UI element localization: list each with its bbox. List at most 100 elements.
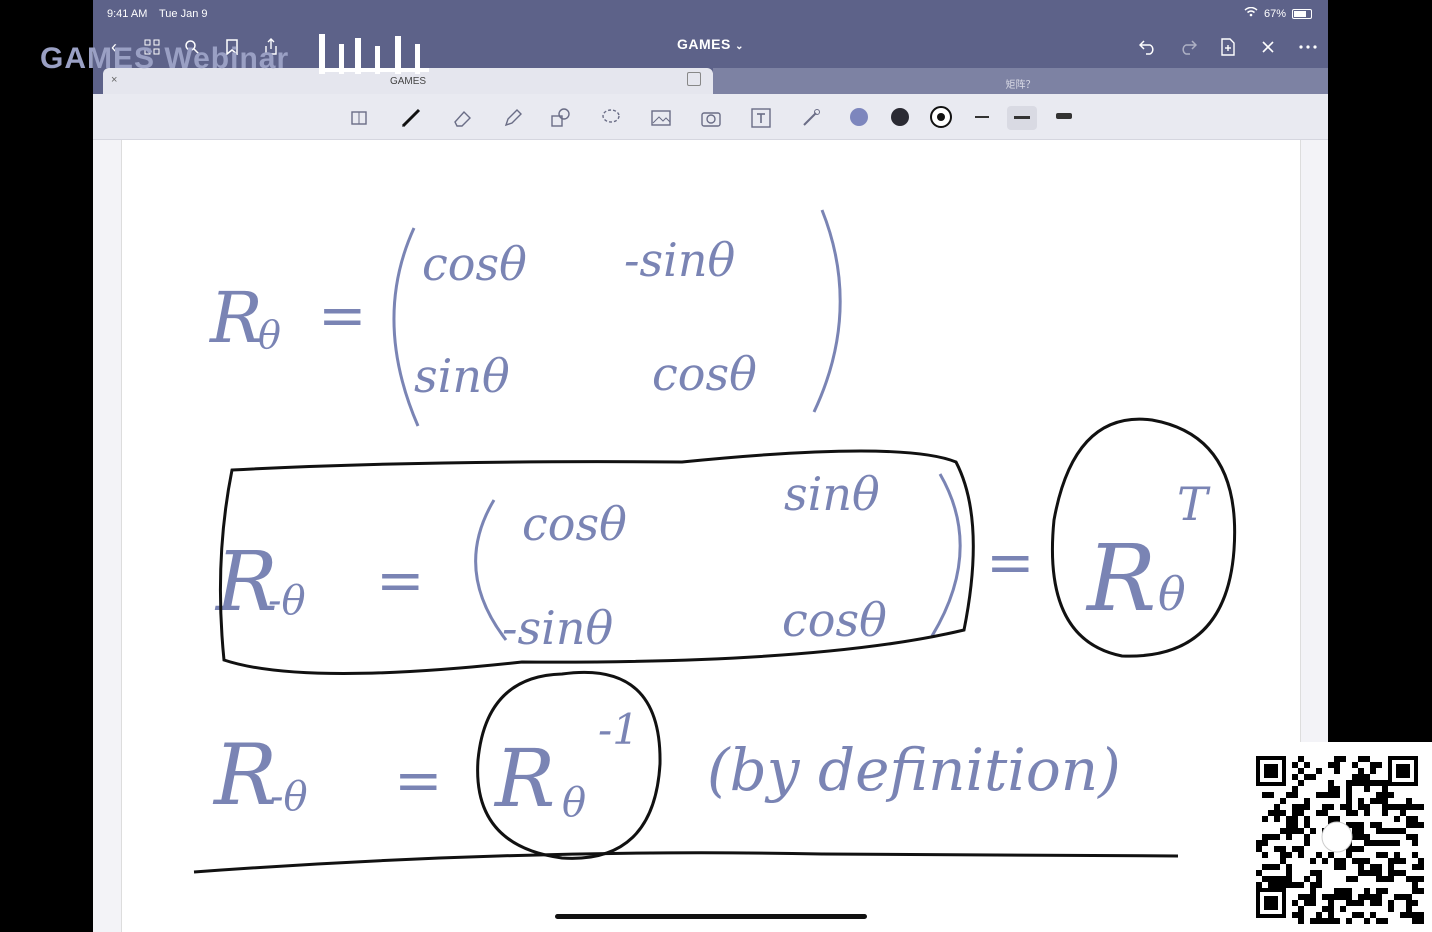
qr-module <box>1286 876 1292 882</box>
qr-module <box>1358 900 1364 906</box>
qr-module <box>1292 762 1298 768</box>
qr-module <box>1304 822 1310 828</box>
qr-module <box>1406 906 1412 912</box>
qr-module <box>1358 780 1364 786</box>
qr-module <box>1358 870 1364 876</box>
color-swatch-dark[interactable] <box>891 108 909 126</box>
qr-module <box>1412 876 1418 882</box>
stroke-thick[interactable] <box>1056 113 1072 119</box>
qr-module <box>1328 786 1334 792</box>
qr-module <box>1316 912 1322 918</box>
qr-module <box>1376 876 1382 882</box>
m1-r2c1: sinθ <box>414 349 510 403</box>
qr-module <box>1358 858 1364 864</box>
qr-module <box>1298 912 1304 918</box>
qr-module <box>1328 900 1334 906</box>
qr-module <box>1328 792 1334 798</box>
pen-icon[interactable] <box>399 106 423 130</box>
qr-module <box>1364 858 1370 864</box>
qr-module <box>1316 882 1322 888</box>
qr-module <box>1364 888 1370 894</box>
qr-module <box>1412 918 1418 924</box>
qr-module <box>1310 888 1316 894</box>
qr-module <box>1328 780 1334 786</box>
qr-module <box>1298 804 1304 810</box>
qr-module <box>1388 828 1394 834</box>
camera-icon[interactable] <box>699 106 723 130</box>
lasso-icon[interactable] <box>599 106 623 130</box>
qr-module <box>1406 894 1412 900</box>
qr-module <box>1340 894 1346 900</box>
qr-code[interactable] <box>1242 742 1432 932</box>
transpose-mark: T <box>1177 477 1211 531</box>
line1-equals: = <box>318 281 367 349</box>
qr-module <box>1316 876 1322 882</box>
qr-module <box>1304 774 1310 780</box>
highlighter-icon[interactable] <box>501 106 525 130</box>
qr-module <box>1406 816 1412 822</box>
undo-icon[interactable] <box>1135 34 1161 60</box>
close-icon[interactable] <box>1255 34 1281 60</box>
note-page[interactable]: R θ = cosθ -sinθ sinθ cosθ R -θ = cosθ s… <box>121 140 1301 932</box>
qr-module <box>1322 804 1328 810</box>
qr-module <box>1316 870 1322 876</box>
qr-module <box>1376 888 1382 894</box>
qr-module <box>1340 858 1346 864</box>
line2-equals-right: = <box>986 528 1035 596</box>
qr-module <box>1364 918 1370 924</box>
laser-pointer-icon[interactable] <box>799 106 823 130</box>
qr-module <box>1358 834 1364 840</box>
split-view-icon[interactable] <box>687 72 701 86</box>
qr-module <box>1256 882 1262 888</box>
more-icon[interactable] <box>1295 34 1321 60</box>
tab-label: 矩阵？ <box>1005 80 1036 91</box>
text-box-icon[interactable] <box>749 106 773 130</box>
qr-module <box>1310 858 1316 864</box>
qr-module <box>1412 834 1418 840</box>
m2-r1c2: sinθ <box>784 467 880 521</box>
document-title[interactable]: GAMES ⌄ <box>677 36 744 52</box>
add-page-icon[interactable] <box>1215 34 1241 60</box>
qr-module <box>1388 858 1394 864</box>
qr-module <box>1382 810 1388 816</box>
qr-module <box>1370 912 1376 918</box>
qr-module <box>1346 852 1352 858</box>
qr-module <box>1352 846 1358 852</box>
qr-module <box>1370 900 1376 906</box>
eraser-icon[interactable] <box>451 106 475 130</box>
qr-module <box>1274 810 1280 816</box>
qr-module <box>1274 864 1280 870</box>
qr-module <box>1364 786 1370 792</box>
qr-module <box>1262 864 1268 870</box>
qr-module <box>1286 864 1292 870</box>
qr-module <box>1412 804 1418 810</box>
qr-module <box>1292 792 1298 798</box>
qr-module <box>1364 834 1370 840</box>
redo-icon[interactable] <box>1175 34 1201 60</box>
qr-module <box>1280 846 1286 852</box>
qr-module <box>1286 828 1292 834</box>
read-mode-icon[interactable] <box>347 106 371 130</box>
stroke-thin[interactable] <box>975 116 989 118</box>
qr-module <box>1280 882 1286 888</box>
qr-module <box>1310 828 1316 834</box>
qr-module <box>1406 876 1412 882</box>
qr-module <box>1376 762 1382 768</box>
qr-module <box>1280 858 1286 864</box>
qr-module <box>1298 768 1304 774</box>
tab-matrix[interactable]: 矩阵？ <box>713 68 1328 94</box>
qr-module <box>1358 894 1364 900</box>
stroke-medium-selected[interactable] <box>1007 106 1037 130</box>
qr-module <box>1346 780 1352 786</box>
qr-module <box>1364 804 1370 810</box>
page-area: R θ = cosθ -sinθ sinθ cosθ R -θ = cosθ s… <box>93 140 1328 932</box>
qr-module <box>1334 768 1340 774</box>
qr-module <box>1274 834 1280 840</box>
image-icon[interactable] <box>649 106 673 130</box>
qr-module <box>1334 786 1340 792</box>
color-swatch-blue[interactable] <box>850 108 868 126</box>
shapes-icon[interactable] <box>549 106 573 130</box>
color-swatch-black-selected[interactable] <box>930 106 952 128</box>
qr-module <box>1370 762 1376 768</box>
rhs-r: R <box>1085 525 1156 632</box>
